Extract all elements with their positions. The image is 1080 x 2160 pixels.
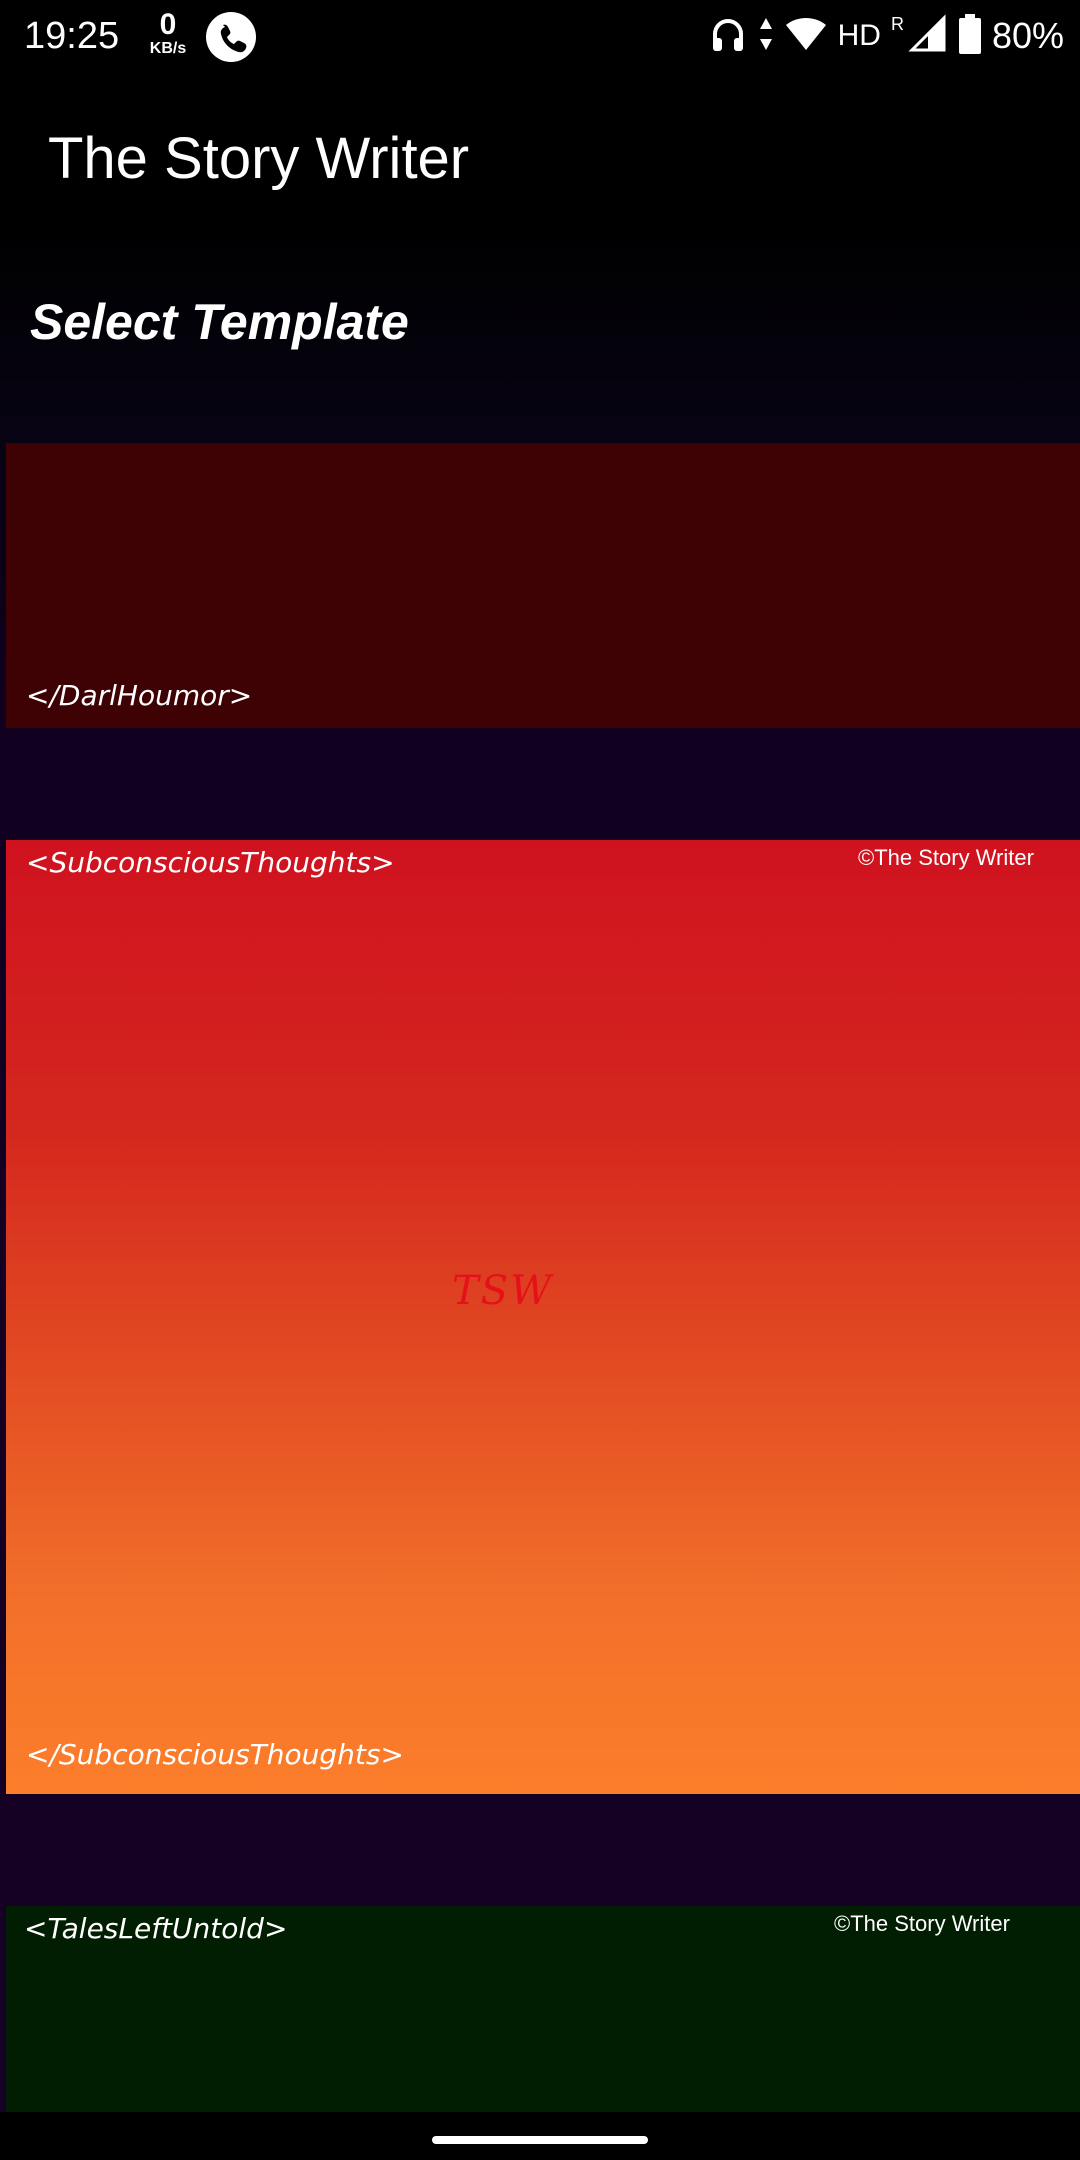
hd-label: HD xyxy=(837,19,881,52)
status-time: 19:25 xyxy=(24,15,120,57)
signal-icon xyxy=(908,13,948,59)
copyright-label: ©The Story Writer xyxy=(834,1911,1010,1936)
headphones-icon xyxy=(708,14,748,59)
battery-icon xyxy=(958,13,982,60)
battery-percent: 80% xyxy=(991,15,1064,56)
app-bar: The Story Writer xyxy=(0,72,1080,242)
status-bar: 19:25 0 KB/s HD R 80% xyxy=(0,0,1080,72)
home-gesture-handle[interactable] xyxy=(432,2136,648,2144)
network-speed: 0 KB/s xyxy=(142,10,194,58)
app-title: The Story Writer xyxy=(48,126,470,191)
template-card-subconscious-thoughts[interactable]: <SubconsciousThoughts> ©The Story Writer… xyxy=(6,840,1080,1794)
watermark-logo: TSW xyxy=(452,1268,554,1314)
roaming-label: R xyxy=(890,13,904,34)
network-speed-value: 0 xyxy=(159,8,177,41)
data-arrows-icon xyxy=(758,14,774,59)
template-card-dark-humor[interactable]: </DarlHoumor> xyxy=(6,443,1080,728)
copyright-label: ©The Story Writer xyxy=(858,845,1034,870)
template-close-tag: </DarlHoumor> xyxy=(26,679,253,712)
wifi-icon xyxy=(784,14,828,59)
template-open-tag: <SubconsciousThoughts> xyxy=(26,846,395,879)
select-template-heading: Select Template xyxy=(30,294,409,350)
template-card-tales-left-untold[interactable]: <TalesLeftUntold> ©The Story Writer xyxy=(6,1906,1080,2112)
template-open-tag: <TalesLeftUntold> xyxy=(24,1912,288,1945)
phone-call-icon xyxy=(206,12,256,62)
network-speed-unit: KB/s xyxy=(149,40,187,57)
template-close-tag: </SubconsciousThoughts> xyxy=(26,1738,404,1771)
status-icons: HD R 80% xyxy=(708,12,1064,60)
